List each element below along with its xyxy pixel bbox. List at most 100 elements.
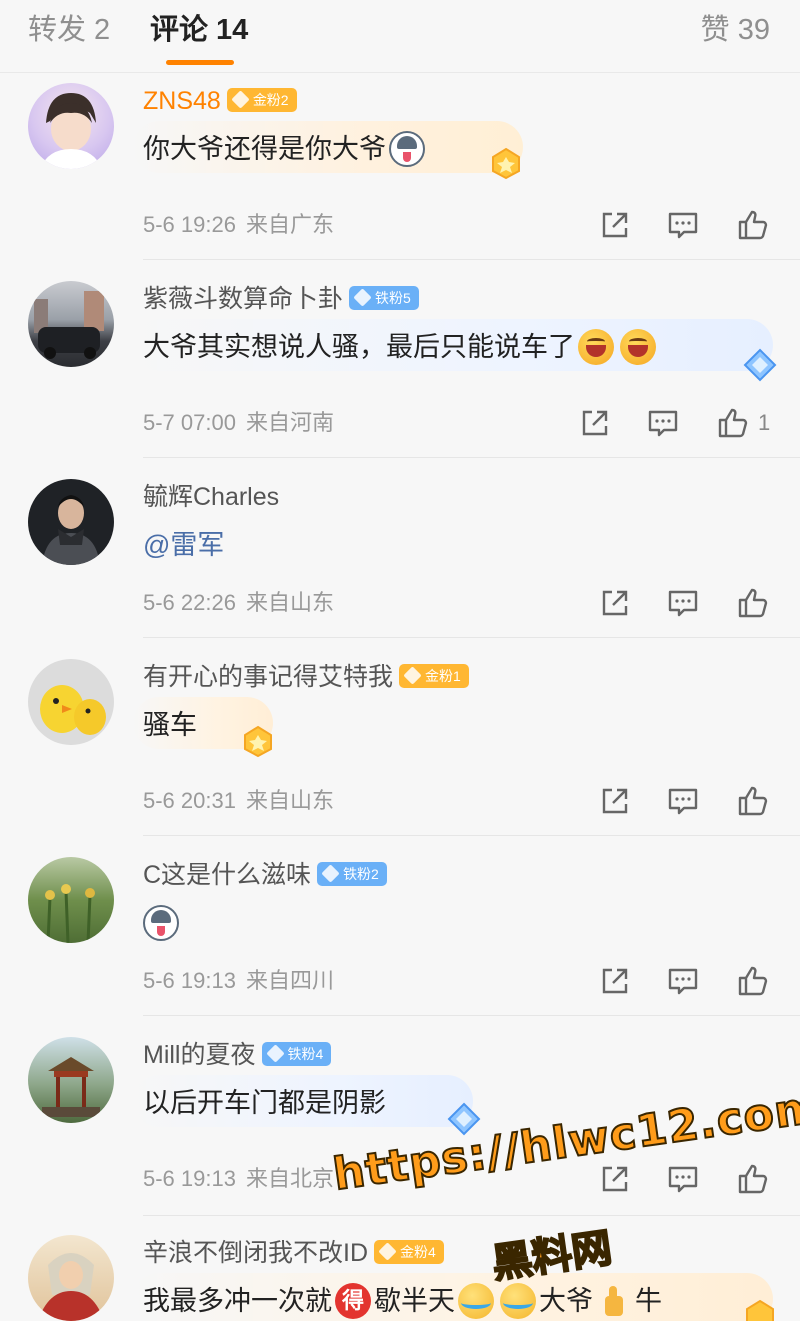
badge-label: 铁粉2 bbox=[343, 866, 379, 883]
comment-item: 紫薇斗数算命卜卦 铁粉5 大爷其实想说人骚，最后只能说车了 5-7 07:00 来自… bbox=[0, 261, 800, 459]
de-emoji-icon: 得 bbox=[335, 1282, 371, 1319]
timestamp: 5-6 19:26 bbox=[143, 212, 236, 237]
comment-icon[interactable] bbox=[666, 784, 700, 818]
thumbs-up-icon[interactable] bbox=[736, 586, 770, 620]
avatar[interactable] bbox=[28, 659, 114, 745]
badge-label: 金粉1 bbox=[425, 668, 461, 685]
diamond-icon bbox=[353, 288, 372, 308]
diamond-icon bbox=[321, 864, 340, 884]
tab-comments[interactable]: 评论 14 bbox=[150, 10, 248, 50]
timestamp: 5-6 22:26 bbox=[143, 590, 236, 615]
avatar[interactable] bbox=[28, 857, 114, 943]
comment-icon[interactable] bbox=[666, 208, 700, 242]
comment-text: 我最多冲一次就得歇半天 大爷牛 bbox=[143, 1281, 662, 1321]
badge-label: 金粉2 bbox=[252, 92, 289, 109]
husky-emoji-icon bbox=[389, 130, 425, 167]
username-text[interactable]: Mill的夏夜 bbox=[143, 1041, 256, 1069]
share-icon[interactable] bbox=[598, 964, 632, 998]
blue-diamond-icon bbox=[743, 348, 777, 382]
badge-label: 金粉4 bbox=[400, 1244, 436, 1261]
gold-medal-icon bbox=[492, 147, 520, 180]
timestamp: 5-6 19:13 bbox=[143, 1166, 236, 1191]
divider bbox=[143, 835, 800, 836]
comment-icon[interactable] bbox=[666, 1162, 700, 1196]
comment-meta: 5-6 19:26 来自广东 bbox=[143, 211, 334, 239]
thumbs-up-icon[interactable] bbox=[736, 208, 770, 242]
share-icon[interactable] bbox=[598, 1162, 632, 1196]
tab-likes[interactable]: 赞 39 bbox=[701, 10, 770, 50]
username-text[interactable]: 辛浪不倒闭我不改ID bbox=[143, 1239, 368, 1267]
crying-laugh-emoji-icon bbox=[500, 1282, 536, 1319]
timestamp: 5-6 20:31 bbox=[143, 788, 236, 813]
share-icon[interactable] bbox=[578, 406, 612, 440]
divider bbox=[143, 1215, 800, 1216]
avatar[interactable] bbox=[28, 83, 114, 169]
comment-item: 毓辉Charles @雷军 5-6 22:26 来自山东 bbox=[0, 459, 800, 639]
gold-medal-icon bbox=[244, 725, 272, 758]
thumbs-up-icon[interactable] bbox=[716, 406, 750, 440]
crown-icon bbox=[378, 1242, 397, 1262]
username[interactable]: ZNS48 金粉2 bbox=[143, 85, 297, 117]
comment-text: 大爷其实想说人骚，最后只能说车了 bbox=[143, 327, 659, 367]
comment-item: C这是什么滋味 铁粉2 5-6 19:13 来自四川 bbox=[0, 837, 800, 1017]
fan-badge: 铁粉5 bbox=[349, 286, 419, 311]
location: 来自河南 bbox=[245, 410, 334, 435]
comment-item: 辛浪不倒闭我不改ID 金粉4 我最多冲一次就得歇半天 大爷牛 bbox=[0, 1217, 800, 1321]
share-icon[interactable] bbox=[598, 784, 632, 818]
grin-emoji-icon bbox=[578, 328, 614, 365]
comment-tabs: 转发 2 评论 14 赞 39 bbox=[0, 0, 800, 73]
location: 来自山东 bbox=[245, 788, 334, 813]
comment-meta: 5-6 20:31 来自山东 bbox=[143, 787, 334, 815]
username[interactable]: 毓辉Charles bbox=[143, 481, 279, 513]
comment-text: 以后开车门都是阴影 bbox=[143, 1088, 386, 1118]
username[interactable]: 紫薇斗数算命卜卦 铁粉5 bbox=[143, 283, 419, 315]
comment-text: 你大爷还得是你大爷 bbox=[143, 129, 428, 169]
username-text[interactable]: ZNS48 bbox=[143, 87, 221, 115]
comment-meta: 5-7 07:00 来自河南 bbox=[143, 409, 334, 437]
avatar[interactable] bbox=[28, 1235, 114, 1321]
comment-icon[interactable] bbox=[646, 406, 680, 440]
comment-item: 有开心的事记得艾特我 金粉1 骚车 5-6 20:31 来自山东 bbox=[0, 639, 800, 837]
fan-badge: 金粉2 bbox=[226, 88, 297, 113]
username[interactable]: 有开心的事记得艾特我 金粉1 bbox=[143, 661, 469, 693]
username-text[interactable]: 有开心的事记得艾特我 bbox=[143, 663, 393, 691]
comment-item: ZNS48 金粉2 你大爷还得是你大爷 5-6 19:26 来自广东 bbox=[0, 73, 800, 261]
comment-meta: 5-6 19:13 来自北京 bbox=[143, 1165, 334, 1193]
gold-medal-icon bbox=[746, 1299, 774, 1321]
thumbs-up-icon[interactable] bbox=[736, 784, 770, 818]
thumbs-up-icon[interactable] bbox=[736, 1162, 770, 1196]
timestamp: 5-6 19:13 bbox=[143, 968, 236, 993]
username[interactable]: 辛浪不倒闭我不改ID 金粉4 bbox=[143, 1237, 444, 1269]
fan-badge: 金粉4 bbox=[374, 1240, 444, 1265]
active-tab-indicator bbox=[166, 60, 234, 65]
tab-repost[interactable]: 转发 2 bbox=[28, 10, 110, 50]
badge-label: 铁粉4 bbox=[287, 1046, 324, 1063]
like-count: 1 bbox=[758, 410, 771, 435]
crown-icon bbox=[403, 666, 422, 686]
avatar[interactable] bbox=[28, 1037, 114, 1123]
divider bbox=[143, 457, 800, 458]
crying-laugh-emoji-icon bbox=[458, 1282, 494, 1319]
avatar[interactable] bbox=[28, 479, 114, 565]
comment-icon[interactable] bbox=[666, 964, 700, 998]
fan-badge: 铁粉2 bbox=[317, 862, 387, 887]
share-icon[interactable] bbox=[598, 208, 632, 242]
comment-meta: 5-6 19:13 来自四川 bbox=[143, 967, 334, 995]
username[interactable]: C这是什么滋味 铁粉2 bbox=[143, 859, 387, 891]
thumbs-up-emoji-icon bbox=[596, 1283, 632, 1319]
comment-text: 骚车 bbox=[143, 710, 197, 740]
fan-badge: 铁粉4 bbox=[261, 1042, 332, 1067]
username-text[interactable]: C这是什么滋味 bbox=[143, 861, 311, 889]
username-text[interactable]: 毓辉Charles bbox=[143, 483, 279, 511]
divider bbox=[143, 259, 800, 260]
mention-link[interactable]: @雷军 bbox=[143, 525, 224, 565]
avatar[interactable] bbox=[28, 281, 114, 367]
crown-icon bbox=[231, 90, 250, 110]
location: 来自广东 bbox=[245, 212, 334, 237]
thumbs-up-icon[interactable] bbox=[736, 964, 770, 998]
fan-badge: 金粉1 bbox=[399, 664, 469, 689]
share-icon[interactable] bbox=[598, 586, 632, 620]
username[interactable]: Mill的夏夜 铁粉4 bbox=[143, 1039, 332, 1071]
comment-icon[interactable] bbox=[666, 586, 700, 620]
username-text[interactable]: 紫薇斗数算命卜卦 bbox=[143, 285, 343, 313]
